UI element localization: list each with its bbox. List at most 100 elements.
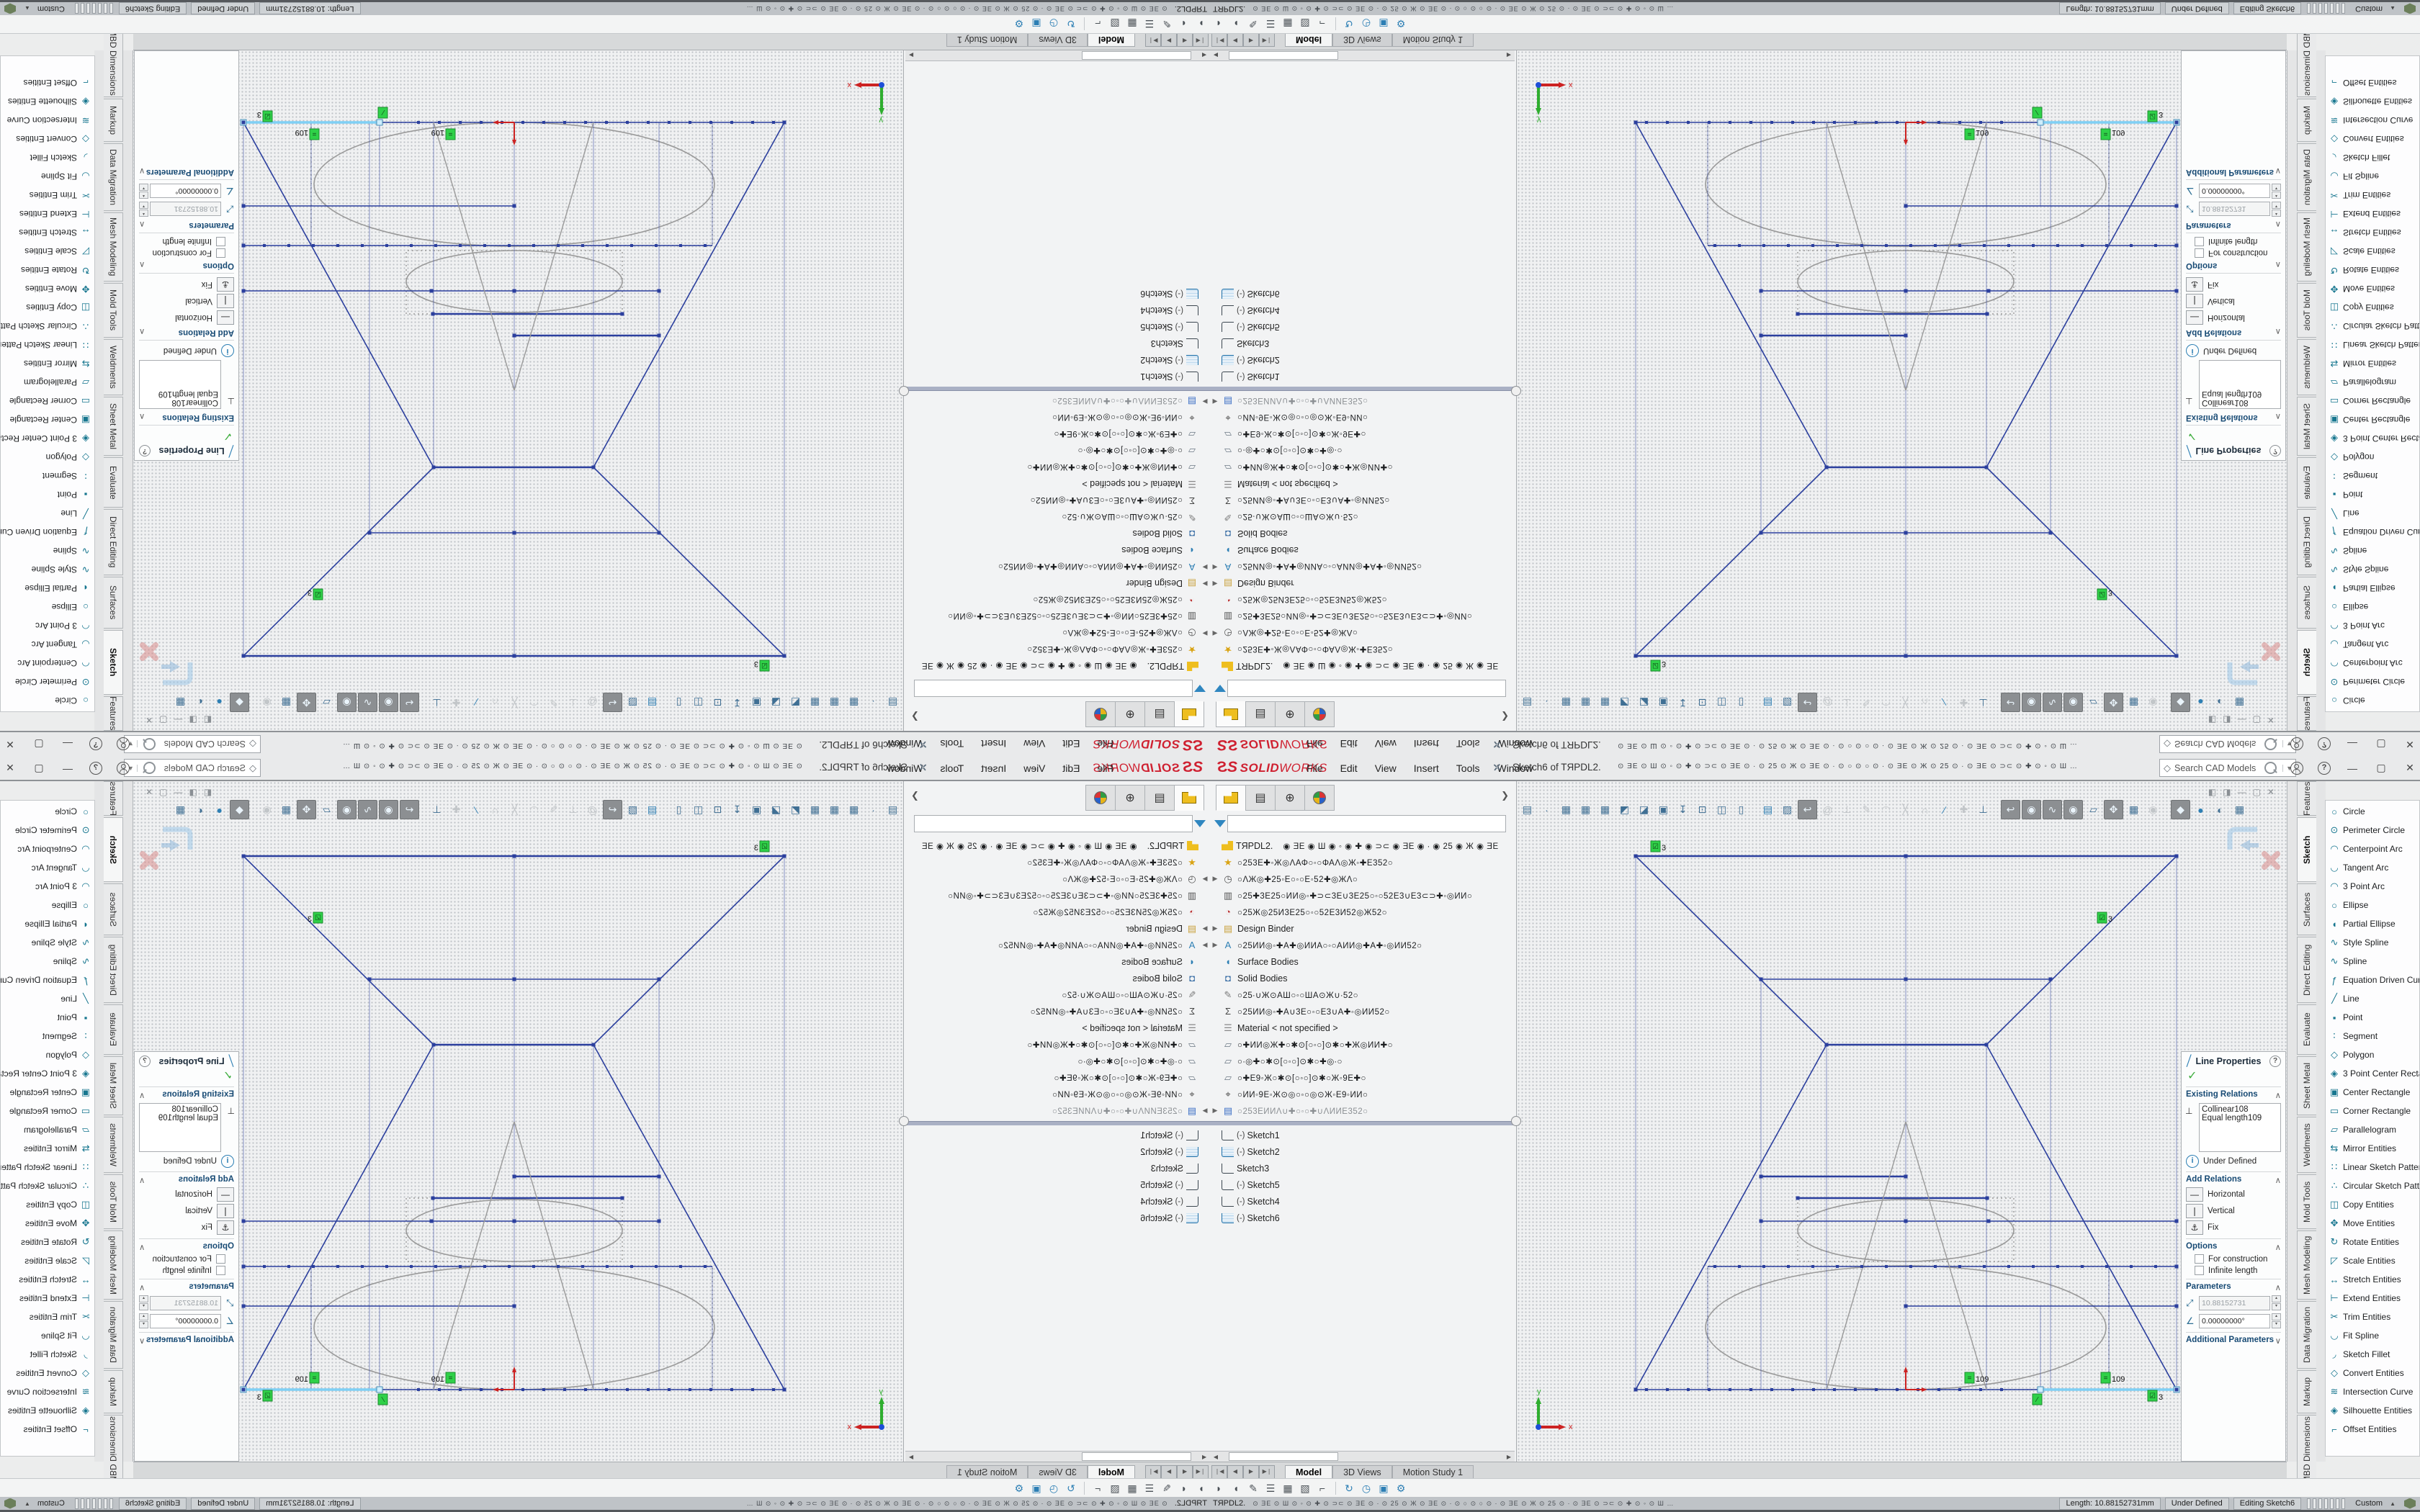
tab-direct-editing[interactable]: Direct Editing xyxy=(2297,937,2316,1003)
section-additional-parameters[interactable]: Additional Parameters xyxy=(2186,166,2274,176)
ok-check-icon[interactable]: ✓ xyxy=(139,1068,233,1083)
menu-item-spline[interactable]: ∿Spline xyxy=(1,952,94,971)
constraint-flag[interactable]: ☑3 xyxy=(754,660,769,671)
help-icon[interactable]: ? xyxy=(2269,1056,2281,1067)
tab-weldments[interactable]: Weldments xyxy=(2297,339,2316,395)
bottom-toolbar-icon[interactable]: ◗ xyxy=(1193,16,1210,32)
option-construction[interactable]: For construction xyxy=(139,1254,234,1264)
tree-row[interactable]: TЯPDL2.◉ ƎE ◉ Ш ◉ ◦ ◉ ✚ ◉ ⊃⊂ ◉ ƎE ◉ ∙ ◉ … xyxy=(1210,658,1515,675)
bottom-toolbar-icon[interactable]: ▧ xyxy=(1296,16,1314,32)
graphics-area[interactable]: ◧◨—▢✕ ▤·▦▦▦◩◪▣↧⊡◫▯▤▨↩@⊥✎◠╳∩∕✚⊥↩◉∿◉▱✥▦◉◆●… xyxy=(1517,781,2287,1462)
doc-tab-3d-views[interactable]: 3D Views xyxy=(1028,33,1088,47)
menu-item-parallelogram[interactable]: ▱Parallelogram xyxy=(1,373,94,392)
checkbox[interactable] xyxy=(2195,1266,2204,1275)
tree-row-sketch[interactable]: (-)Sketch4 xyxy=(1210,302,1515,319)
menu-item-3-point-arc[interactable]: ◠3 Point Arc xyxy=(1,616,94,635)
menu-item-partial-ellipse[interactable]: ◖Partial Ellipse xyxy=(1,914,94,933)
headsup-icon[interactable]: ◆ xyxy=(230,693,249,712)
menu-item-partial-ellipse[interactable]: ◖Partial Ellipse xyxy=(1,579,94,598)
menu-item-sketch-fillet[interactable]: ◞Sketch Fillet xyxy=(2326,1345,2419,1364)
menu-item-equation-driven-curve[interactable]: ƒEquation Driven Curve xyxy=(1,971,94,989)
tree-row-sketch[interactable]: (-)Sketch5 xyxy=(905,319,1210,336)
document-window-controls[interactable]: ◧◨—▢✕ xyxy=(139,787,212,797)
expand-icon[interactable]: ▶ xyxy=(1200,875,1210,883)
graphics-area[interactable]: ◧◨—▢✕ ▤·▦▦▦◩◪▣↧⊡◫▯▤▨↩@⊥✎◠╳∩∕✚⊥↩◉∿◉▱✥▦◉◆●… xyxy=(133,781,903,1462)
tab-sketch[interactable]: Sketch xyxy=(104,630,123,695)
headsup-icon[interactable]: ⊥ xyxy=(564,693,582,711)
menu-item-center-rectangle[interactable]: ▣Center Rectangle xyxy=(1,410,94,429)
tree-row[interactable]: ★○253Ε✚◦Ж◎ΛΑΦ○◦○ΦΑΛ◎Ж◦✚Ε352○ xyxy=(1210,642,1515,658)
menu-item-linear-sketch-pattern[interactable]: ∷Linear Sketch Pattern xyxy=(1,1158,94,1176)
relation-button-fix[interactable]: ⚓Fix xyxy=(2186,1220,2281,1235)
menu-item-ellipse[interactable]: ○Ellipse xyxy=(2326,598,2419,616)
menu-item-rotate-entities[interactable]: ↻Rotate Entities xyxy=(1,1233,94,1251)
bottom-toolbar-icon[interactable]: ▣ xyxy=(1375,1480,1392,1496)
menu-item-offset-entities[interactable]: ⌐Offset Entities xyxy=(1,1420,94,1439)
headsup-icon[interactable]: ◫ xyxy=(689,693,707,711)
headsup-icon[interactable]: ▱ xyxy=(2084,693,2102,711)
headsup-icon[interactable]: ↧ xyxy=(728,693,746,711)
section-options[interactable]: Options xyxy=(203,1242,234,1252)
constraint-flag[interactable]: =109 xyxy=(1965,128,1989,140)
section-parameters[interactable]: Parameters xyxy=(2186,220,2231,230)
tree-row[interactable]: ▶▤Design Binder xyxy=(905,920,1210,937)
tree-row[interactable]: ◔○25Ж◎25И3Ε25○◦○52Ε3И52◎Ж52○ xyxy=(1210,592,1515,608)
bottom-toolbar-icon[interactable]: ◖ xyxy=(1227,16,1245,32)
tab-data-migration[interactable]: Data Migration xyxy=(2297,1301,2316,1369)
headsup-icon[interactable]: ↩ xyxy=(1798,693,1817,712)
headsup-icon[interactable]: ∕ xyxy=(1935,801,1953,819)
menu-item-mirror-entities[interactable]: ⇆Mirror Entities xyxy=(1,1139,94,1158)
headsup-icon[interactable]: ◉ xyxy=(379,800,398,819)
menu-item-extend-entities[interactable]: ⊢Extend Entities xyxy=(2326,204,2419,223)
section-add-relations[interactable]: Add Relations xyxy=(179,327,234,337)
featuremanager-tab[interactable] xyxy=(1216,785,1246,811)
menu-file[interactable]: File xyxy=(1298,762,1332,774)
tab-direct-editing[interactable]: Direct Editing xyxy=(104,509,123,575)
headsup-icon[interactable]: ✚ xyxy=(1955,693,1973,711)
relation-button-fix[interactable]: ⚓Fix xyxy=(139,277,234,292)
menu-item-perimeter-circle[interactable]: ⊙Perimeter Circle xyxy=(2326,672,2419,691)
bottom-toolbar-icon[interactable]: ▧ xyxy=(1296,1480,1314,1496)
headsup-icon[interactable]: ▦ xyxy=(1557,693,1575,711)
bottom-toolbar-icon[interactable]: ☰ xyxy=(1262,16,1279,32)
headsup-icon[interactable]: ◉ xyxy=(2022,693,2041,712)
bottom-toolbar-icon[interactable]: ▦ xyxy=(1124,16,1141,32)
length-spinner[interactable]: ▴▾ xyxy=(139,202,148,217)
menu-item-extend-entities[interactable]: ⊢Extend Entities xyxy=(2326,1289,2419,1308)
doc-tab-model[interactable]: Model xyxy=(1285,33,1332,47)
headsup-icon[interactable]: ↩ xyxy=(400,693,419,712)
bottom-toolbar-icon[interactable]: ◖ xyxy=(1227,1480,1245,1496)
menu-item-3-point-arc[interactable]: ◠3 Point Arc xyxy=(1,877,94,896)
bottom-toolbar-icon[interactable]: ▣ xyxy=(1028,1480,1045,1496)
bottom-toolbar-icon[interactable]: ☰ xyxy=(1262,1480,1279,1496)
tree-row[interactable]: ▱○∙◎✚○✱⊙[○◦○]⊙✱○✚◎∙○ xyxy=(1210,1053,1515,1069)
tree-row[interactable]: ▱○∙◎✚○✱⊙[○◦○]⊙✱○✚◎∙○ xyxy=(905,443,1210,459)
confirmation-corner[interactable] xyxy=(2230,645,2277,683)
tree-row[interactable]: ◔○25Ж◎25И3Ε25○◦○52Ε3И52◎Ж52○ xyxy=(905,592,1210,608)
tab-sketch[interactable]: Sketch xyxy=(104,817,123,882)
scroll-right-icon[interactable]: ▶ xyxy=(905,1454,917,1460)
menu-item-3-point-center-recta-[interactable]: ◈3 Point Center Recta... xyxy=(1,1064,94,1083)
headsup-icon[interactable]: ◐ xyxy=(2211,801,2229,819)
tree-row[interactable]: ◔○25Ж◎25И3Ε25○◦○52Ε3И52◎Ж52○ xyxy=(905,904,1210,920)
angle-spinner[interactable]: ▴▾ xyxy=(2272,184,2281,199)
filter-input[interactable] xyxy=(914,815,1193,832)
section-options[interactable]: Options xyxy=(203,260,234,270)
menu-item-mirror-entities[interactable]: ⇆Mirror Entities xyxy=(1,354,94,373)
tree-row-sketch[interactable]: (-)Sketch1 xyxy=(1210,369,1515,385)
scroll-left-icon[interactable]: ◀ xyxy=(1210,1454,1222,1460)
headsup-icon[interactable]: ◩ xyxy=(786,801,805,819)
tab-weldments[interactable]: Weldments xyxy=(104,1117,123,1173)
bottom-toolbar-icon[interactable]: ✎ xyxy=(1158,1480,1175,1496)
menu-item-copy-entities[interactable]: ◫Copy Entities xyxy=(2326,298,2419,317)
menu-item-linear-sketch-pattern[interactable]: ∷Linear Sketch Pattern xyxy=(2326,336,2419,354)
headsup-icon[interactable]: ⊡ xyxy=(1693,693,1711,711)
headsup-icon[interactable]: ╳ xyxy=(1896,693,1914,711)
menu-item-spline[interactable]: ∿Spline xyxy=(1,541,94,560)
tree-row-sketch[interactable]: (-)Sketch1 xyxy=(905,1127,1210,1143)
relations-listbox[interactable]: Collinear108 Equal length109 xyxy=(2199,360,2281,409)
doc-tab-3d-views[interactable]: 3D Views xyxy=(1332,33,1392,47)
menu-item-fit-spline[interactable]: ◡Fit Spline xyxy=(2326,1326,2419,1345)
configurationmanager-tab[interactable]: ⊕ xyxy=(1115,785,1145,811)
headsup-icon[interactable]: · xyxy=(864,801,882,819)
